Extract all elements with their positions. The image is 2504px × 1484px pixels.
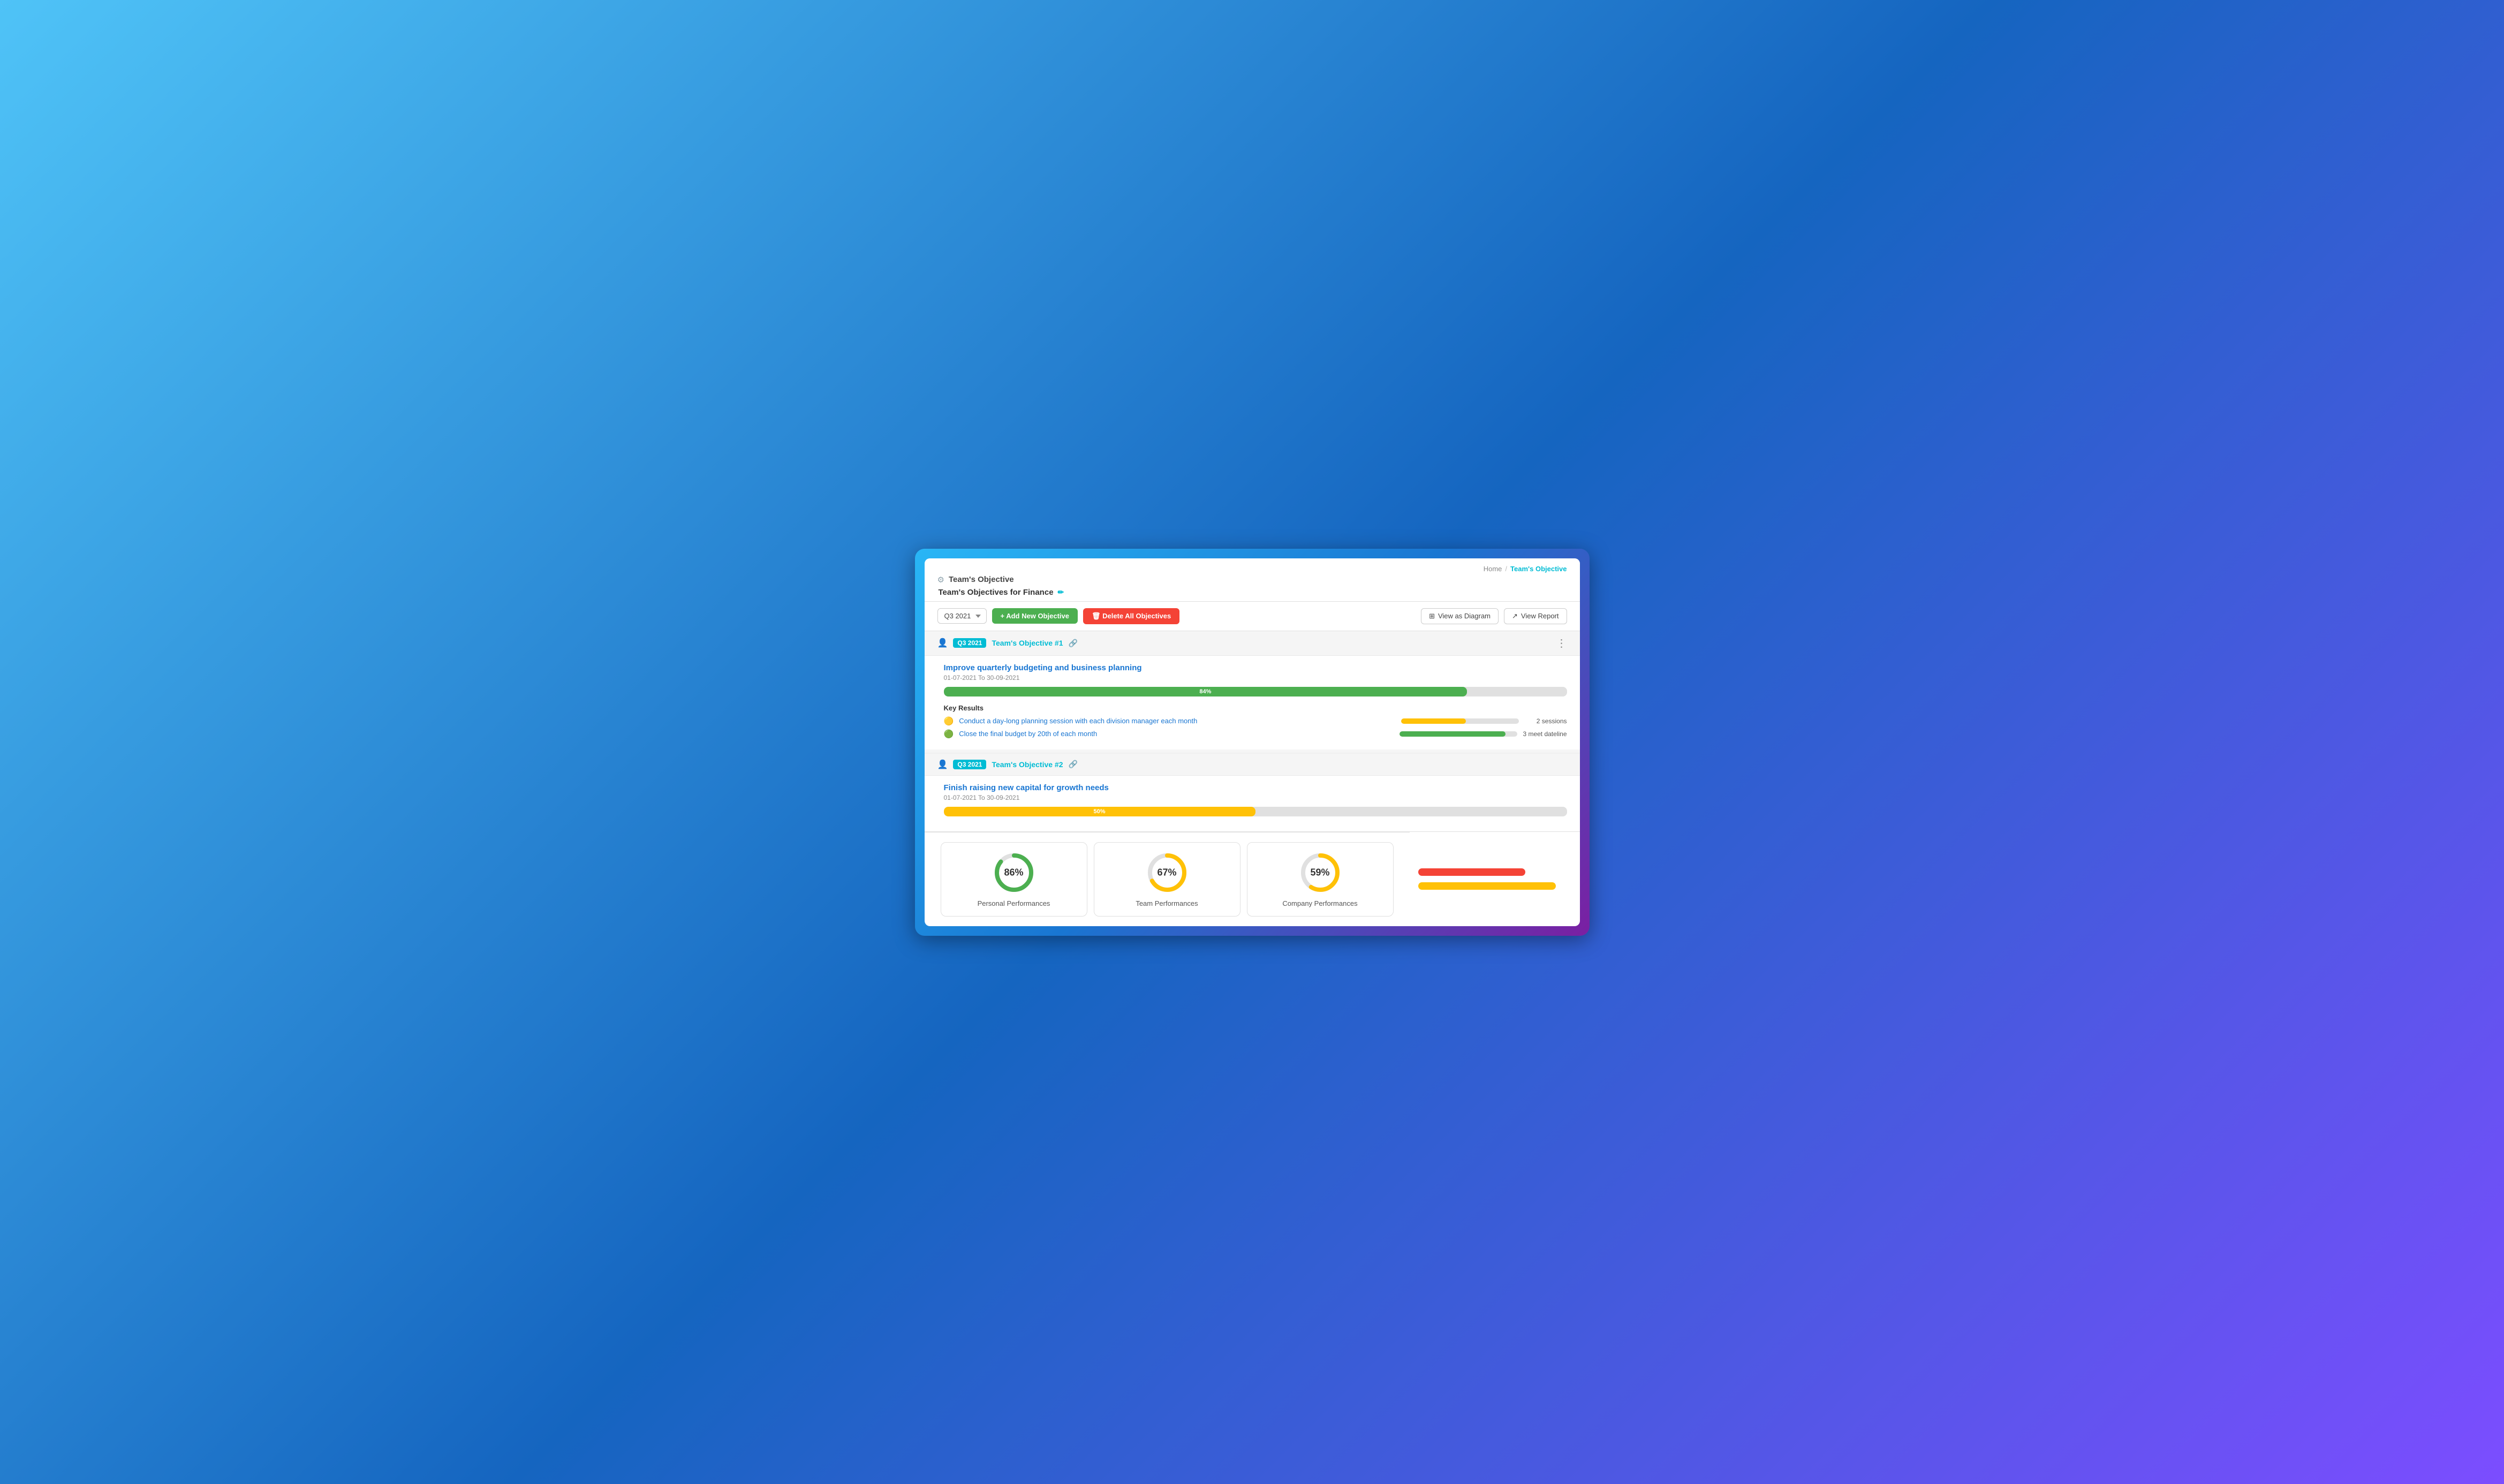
team-performance-card: 67% Team Performances: [1094, 842, 1240, 917]
breadcrumb-separator: /: [1505, 565, 1507, 573]
company-label: Company Performances: [1282, 899, 1357, 907]
page-icon: ⚙: [937, 575, 944, 585]
objective-2-title: Team's Objective #2: [992, 760, 1063, 769]
side-bar-yellow: [1418, 882, 1556, 890]
objective-1-title: Team's Objective #1: [992, 639, 1063, 647]
team-label: Team Performances: [1136, 899, 1198, 907]
personal-donut: 86%: [993, 851, 1035, 894]
objective-2-progress-bar: 50%: [944, 807, 1567, 816]
personal-pct: 86%: [1004, 867, 1023, 878]
breadcrumb-current: Team's Objective: [1510, 565, 1567, 573]
objective-1-header: 👤 Q3 2021 Team's Objective #1 🔗 ⋮: [925, 631, 1580, 656]
objective-1-tag: Q3 2021: [953, 638, 986, 648]
objective-2-name: Finish raising new capital for growth ne…: [944, 783, 1567, 792]
outer-frame: Home / Team's Objective ⚙ Team's Objecti…: [915, 549, 1590, 936]
view-as-diagram-button[interactable]: ⊞ View as Diagram: [1421, 608, 1499, 624]
diagram-icon: ⊞: [1429, 612, 1435, 620]
toolbar-right: ⊞ View as Diagram ↗ View Report: [1421, 608, 1567, 624]
objective-2-header: 👤 Q3 2021 Team's Objective #2 🔗: [925, 754, 1580, 776]
objective-1-progress-bar: 84%: [944, 687, 1567, 696]
key-results-label: Key Results: [944, 704, 1567, 712]
kr-2-value: 3 meet dateline: [1523, 730, 1567, 738]
kr-1-bar: [1401, 718, 1519, 724]
objective-1-menu[interactable]: ⋮: [1556, 637, 1567, 650]
kr-2-icon: 🟢: [944, 729, 954, 739]
objective-1-dates: 01-07-2021 To 30-09-2021: [944, 674, 1567, 682]
company-performance-card: 59% Company Performances: [1247, 842, 1394, 917]
objective-2: 👤 Q3 2021 Team's Objective #2 🔗 Finish r…: [925, 753, 1580, 831]
link-icon-1[interactable]: 🔗: [1069, 639, 1078, 648]
objective-2-dates: 01-07-2021 To 30-09-2021: [944, 794, 1567, 801]
user-icon-2: 👤: [937, 759, 948, 770]
edit-icon[interactable]: ✏: [1058, 588, 1064, 597]
team-donut: 67%: [1146, 851, 1189, 894]
performance-cards: 86% Personal Performances 67% Team Perfo…: [925, 832, 1410, 926]
kr-1-icon: 🟡: [944, 716, 954, 726]
report-icon: ↗: [1512, 612, 1518, 620]
breadcrumb-home: Home: [1484, 565, 1502, 573]
objective-1-progress-fill: 84%: [944, 687, 1467, 696]
kr-2-bar: [1399, 731, 1517, 737]
objective-2-body: Finish raising new capital for growth ne…: [925, 776, 1580, 831]
objective-2-progress-fill: 50%: [944, 807, 1255, 816]
team-pct: 67%: [1157, 867, 1176, 878]
kr-row-2: 🟢 Close the final budget by 20th of each…: [944, 729, 1567, 739]
objective-1: 👤 Q3 2021 Team's Objective #1 🔗 ⋮ Improv…: [925, 631, 1580, 749]
company-pct: 59%: [1310, 867, 1329, 878]
personal-performance-card: 86% Personal Performances: [941, 842, 1087, 917]
kr-2-text: Close the final budget by 20th of each m…: [959, 730, 1394, 738]
breadcrumb: Home / Team's Objective: [937, 565, 1567, 573]
link-icon-2[interactable]: 🔗: [1069, 760, 1078, 769]
side-bar-red: [1418, 868, 1525, 876]
main-window: Home / Team's Objective ⚙ Team's Objecti…: [925, 558, 1580, 926]
personal-label: Personal Performances: [978, 899, 1050, 907]
add-new-objective-button[interactable]: + Add New Objective: [992, 608, 1078, 624]
page-title-row: ⚙ Team's Objective: [937, 575, 1567, 585]
kr-row-1: 🟡 Conduct a day-long planning session wi…: [944, 716, 1567, 726]
user-icon: 👤: [937, 638, 948, 648]
page-title: Team's Objectives for Finance: [939, 588, 1054, 597]
objective-1-name: Improve quarterly budgeting and business…: [944, 663, 1567, 672]
objective-1-body: Improve quarterly budgeting and business…: [925, 656, 1580, 749]
bottom-section: 86% Personal Performances 67% Team Perfo…: [925, 831, 1580, 926]
toolbar: Q3 2021 Q2 2021 Q1 2021 + Add New Object…: [925, 602, 1580, 631]
delete-all-objectives-button[interactable]: 🗑 Delete All Objectives: [1083, 608, 1179, 624]
kr-1-bar-fill: [1401, 718, 1466, 724]
side-bars: [1410, 832, 1580, 926]
view-report-button[interactable]: ↗ View Report: [1504, 608, 1567, 624]
company-donut: 59%: [1299, 851, 1342, 894]
quarter-select[interactable]: Q3 2021 Q2 2021 Q1 2021: [937, 608, 987, 624]
app-header: Home / Team's Objective ⚙ Team's Objecti…: [925, 558, 1580, 602]
window-title: Team's Objective: [949, 575, 1014, 584]
kr-2-bar-fill: [1399, 731, 1506, 737]
kr-1-text: Conduct a day-long planning session with…: [959, 717, 1395, 725]
kr-1-value: 2 sessions: [1524, 717, 1567, 725]
objective-2-tag: Q3 2021: [953, 760, 986, 769]
